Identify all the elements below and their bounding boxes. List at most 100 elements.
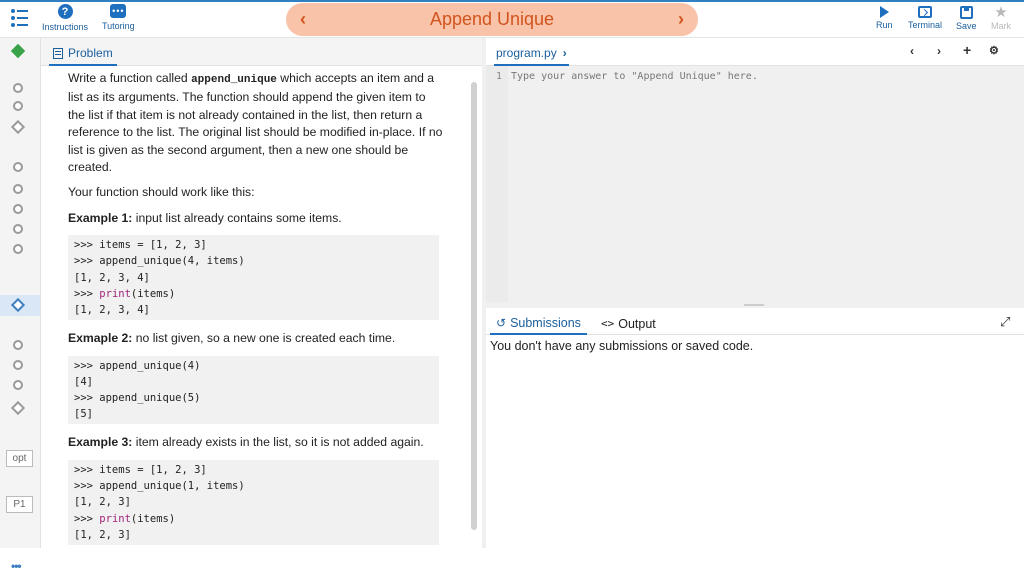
tab-program-py[interactable]: program.py › [494, 42, 569, 66]
terminal-label: Terminal [908, 20, 943, 30]
step-node[interactable] [13, 83, 23, 93]
title-banner: ‹ Append Unique › [286, 3, 698, 36]
code-line: >>> append_unique(1, items) [74, 480, 245, 493]
checkpoint-icon[interactable] [10, 119, 26, 135]
tutoring-button[interactable]: ••• Tutoring [102, 4, 135, 31]
code-line: >>> append_unique(4, items) [74, 255, 245, 268]
optional-section[interactable]: opt [6, 450, 33, 467]
step-node[interactable] [13, 360, 23, 370]
code-brackets-icon: <> [601, 317, 615, 330]
example-code-block: >>> items = [1, 2, 3] >>> append_unique(1… [68, 459, 439, 545]
save-button[interactable]: Save [956, 6, 977, 31]
example-heading: Example 3: item already exists in the li… [68, 434, 443, 451]
menu-icon[interactable] [11, 9, 29, 27]
step-node[interactable] [13, 204, 23, 214]
problem-panel: Write a function called append_unique wh… [41, 66, 482, 548]
example-label: Example 1: [68, 210, 133, 225]
terminal-icon [918, 6, 932, 18]
history-icon: ↺ [496, 315, 507, 330]
step-node[interactable] [13, 101, 23, 111]
add-file-icon[interactable]: + [963, 42, 971, 58]
terminal-button[interactable]: Terminal [908, 6, 942, 30]
problem-intro: Write a function called append_unique wh… [68, 70, 443, 176]
chevron-right-icon: › [562, 46, 567, 60]
instructions-label: Instructions [42, 22, 89, 32]
run-label: Run [876, 20, 893, 30]
example-label: Exmaple 2: [68, 331, 133, 346]
code-line: [1, 2, 3] [74, 496, 131, 509]
help-icon: ? [57, 4, 73, 19]
project-section[interactable]: P1 [6, 496, 33, 513]
code-line: >>> print(items) [74, 287, 176, 300]
file-tab-label: program.py [496, 46, 557, 60]
tab-output[interactable]: <> Output [601, 312, 656, 335]
code-line: >>> append_unique(5) [74, 392, 201, 405]
step-node[interactable] [13, 184, 23, 194]
code-line: [4] [74, 375, 93, 388]
problem-scrollbar[interactable] [471, 82, 477, 530]
example-code-block: >>> items = [1, 2, 3] >>> append_unique(4… [68, 235, 439, 321]
next-file-icon[interactable]: › [937, 44, 941, 58]
prev-file-icon[interactable]: ‹ [910, 44, 914, 58]
function-name: append_unique [191, 74, 277, 86]
step-node[interactable] [13, 162, 23, 172]
example-description: input list already contains some items. [132, 210, 342, 225]
tutoring-label: Tutoring [102, 21, 135, 31]
work-like-text: Your function should work like this: [68, 185, 255, 200]
lower-panel: ↺ Submissions <> Output ⤢ You don't have… [486, 308, 1024, 548]
examples-list: Example 1: input list already contains s… [68, 210, 443, 545]
submissions-tab-label: Submissions [510, 315, 581, 330]
example-description: no list given, so a new one is created e… [132, 331, 396, 346]
step-node[interactable] [13, 340, 23, 350]
page-title: Append Unique [429, 9, 555, 29]
tab-problem[interactable]: Problem [49, 42, 117, 66]
lower-tabbar: ↺ Submissions <> Output ⤢ [486, 308, 1024, 335]
completed-step-icon[interactable] [10, 43, 26, 59]
step-node[interactable] [13, 224, 23, 234]
top-toolbar: ? Instructions ••• Tutoring ‹ Append Uni… [0, 0, 1024, 38]
document-icon [53, 47, 63, 59]
code-line: [1, 2, 3, 4] [74, 271, 150, 284]
code-line: [5] [74, 408, 93, 421]
step-node[interactable] [13, 244, 23, 254]
code-line: >>> print(items) [74, 512, 176, 525]
step-node[interactable] [13, 380, 23, 390]
save-label: Save [956, 21, 977, 31]
example-heading: Example 1: input list already contains s… [68, 210, 443, 227]
example-heading: Exmaple 2: no list given, so a new one i… [68, 330, 443, 347]
line-number: 1 [496, 71, 503, 82]
progress-rail: opt P1 ••• [0, 38, 41, 573]
code-line: >>> append_unique(4) [74, 359, 201, 372]
top-accent-line [0, 0, 1024, 2]
play-icon [879, 6, 889, 18]
code-line[interactable]: Type your answer to "Append Unique" here… [511, 71, 758, 82]
code-line: [1, 2, 3, 4] [74, 304, 150, 317]
star-icon: ★ [994, 4, 1008, 21]
example-label: Example 3: [68, 435, 133, 450]
more-icon[interactable]: ••• [11, 559, 22, 573]
example-description: item already exists in the list, so it i… [132, 435, 424, 450]
checkpoint-icon[interactable] [10, 400, 26, 416]
mark-button[interactable]: ★ Mark [991, 4, 1011, 31]
line-gutter [486, 66, 508, 306]
prev-challenge-arrow[interactable]: ‹ [292, 8, 314, 30]
settings-gear-icon[interactable]: ⚙ [989, 44, 999, 57]
example-code-block: >>> append_unique(4) [4] >>> append_unique… [68, 355, 439, 425]
intro-text: Write a function called [68, 71, 192, 85]
problem-content: Write a function called append_unique wh… [68, 70, 443, 548]
run-button[interactable]: Run [876, 6, 893, 30]
submissions-message: You don't have any submissions or saved … [490, 339, 754, 353]
save-icon [959, 6, 973, 19]
code-editor[interactable]: 1 Type your answer to "Append Unique" he… [486, 66, 1024, 306]
chat-icon: ••• [110, 4, 127, 18]
mark-label: Mark [991, 21, 1011, 31]
editor-tabbar: program.py › ‹ › + ⚙ [486, 38, 1024, 66]
problem-tabbar: Problem [41, 38, 482, 66]
expand-icon[interactable]: ⤢ [1000, 314, 1010, 330]
problem-tab-label: Problem [68, 46, 113, 60]
instructions-button[interactable]: ? Instructions [42, 4, 88, 32]
code-line: >>> items = [1, 2, 3] [74, 463, 207, 476]
tab-submissions[interactable]: ↺ Submissions [490, 312, 587, 335]
intro-text-cont: which accepts an item and a list as its … [68, 71, 443, 175]
next-challenge-arrow[interactable]: › [670, 8, 692, 30]
